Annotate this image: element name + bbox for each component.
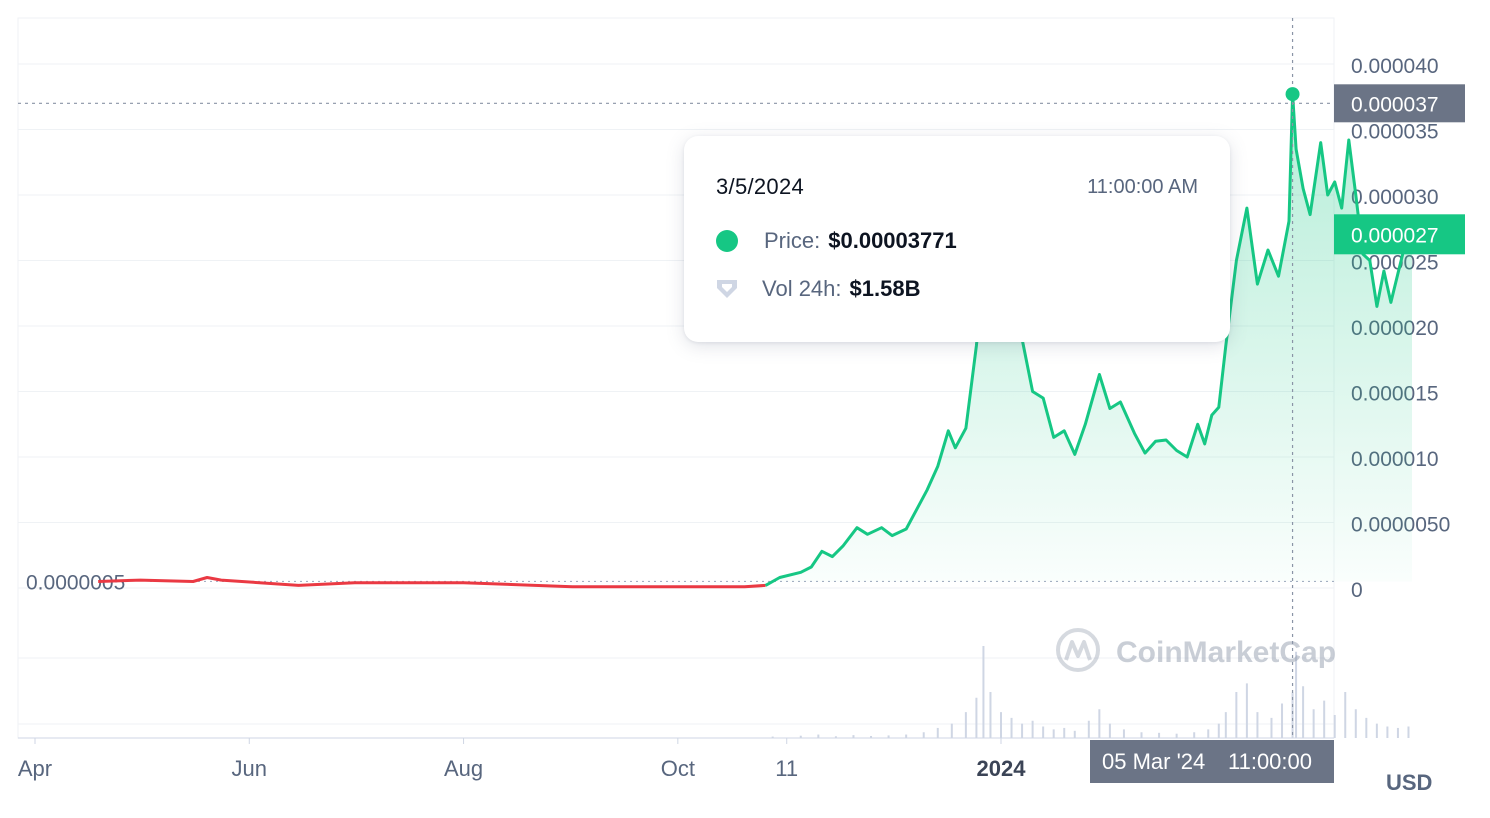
volume-bar — [1270, 717, 1273, 738]
x-tick-label: 11 — [775, 756, 798, 781]
y-tick-label: 0 — [1351, 579, 1363, 602]
volume-bar — [1323, 700, 1326, 738]
volume-bar — [1087, 720, 1090, 738]
volume-bar — [989, 692, 992, 738]
price-chart-svg[interactable]: 00.00000500.0000100.0000150.0000200.0000… — [0, 0, 1490, 813]
volume-bar — [870, 735, 873, 738]
volume-bar — [1193, 732, 1196, 738]
x-tick-label: Oct — [661, 756, 695, 781]
volume-bar — [1281, 703, 1284, 738]
y-tick-label: 0.000030 — [1351, 186, 1439, 209]
volume-bar — [1386, 726, 1389, 738]
volume-bar — [1302, 686, 1305, 738]
crosshair-price-tag-text: 0.000037 — [1351, 93, 1439, 116]
y-tick-label: 0.000040 — [1351, 55, 1439, 78]
volume-bar — [982, 646, 985, 738]
volume-bar — [1407, 726, 1410, 738]
volume-bar — [1375, 723, 1378, 738]
tooltip-volume-label: Vol 24h: — [762, 276, 842, 301]
volume-bar — [1344, 692, 1347, 738]
volume-bar — [1098, 709, 1101, 738]
x-tick-label: Apr — [18, 756, 52, 781]
crosshair-date-text: 05 Mar '24 — [1102, 749, 1205, 774]
volume-bar — [1333, 715, 1336, 738]
volume-bar — [1063, 727, 1066, 738]
volume-bar — [936, 727, 939, 738]
price-dot-icon — [716, 230, 738, 252]
tooltip-price-label: Price: — [764, 228, 821, 253]
volume-bar — [964, 712, 967, 738]
plot-frame — [17, 17, 1335, 739]
volume-shield-icon — [717, 280, 737, 298]
volume-bar — [1365, 717, 1368, 738]
volume-bar — [1175, 733, 1178, 738]
volume-bar — [834, 736, 837, 738]
price-chart[interactable]: 00.00000500.0000100.0000150.0000200.0000… — [0, 0, 1490, 813]
watermark-text: CoinMarketCap — [1116, 636, 1336, 669]
volume-bar — [1245, 683, 1248, 738]
volume-bar — [771, 736, 774, 738]
volume-bar — [817, 734, 820, 738]
volume-bar — [887, 735, 890, 738]
currency-label[interactable]: USD — [1386, 770, 1432, 796]
chart-tooltip: 3/5/2024 11:00:00 AM Price: $0.00003771 … — [684, 136, 1230, 342]
volume-bar — [950, 723, 953, 738]
volume-bar — [1021, 723, 1024, 738]
volume-bar — [1217, 723, 1220, 738]
y-tick-label: 0.000035 — [1351, 121, 1439, 144]
volume-bar — [1122, 729, 1125, 738]
volume-bar — [1312, 709, 1315, 738]
volume-bar — [1073, 730, 1076, 738]
tooltip-volume-row: Vol 24h: $1.58B — [716, 276, 920, 302]
volume-bar — [905, 734, 908, 738]
crosshair-point — [1285, 87, 1300, 102]
price-line-down — [98, 576, 766, 589]
volume-bar — [1010, 717, 1013, 738]
volume-bar — [1396, 727, 1399, 738]
volume-bar — [1207, 729, 1210, 738]
volume-bar — [1108, 723, 1111, 738]
volume-bar — [852, 735, 855, 738]
volume-bar — [799, 735, 802, 738]
x-tick-label: Aug — [444, 756, 483, 781]
volume-bar — [1158, 732, 1161, 738]
volume-bar — [1256, 712, 1259, 738]
coinmarketcap-watermark — [1056, 628, 1100, 672]
volume-bar — [1031, 720, 1034, 738]
volume-bar — [1000, 712, 1002, 738]
volume-bar — [1052, 729, 1055, 738]
volume-bar — [1235, 692, 1238, 738]
x-tick-label: Jun — [232, 756, 267, 781]
tooltip-date: 3/5/2024 — [716, 174, 805, 199]
tooltip-price-row: Price: $0.00003771 — [716, 228, 957, 254]
tooltip-time: 11:00:00 AM — [1087, 176, 1198, 198]
volume-bar — [1224, 712, 1227, 738]
tooltip-volume-value: $1.58B — [849, 276, 921, 301]
volume-bar — [975, 697, 978, 738]
volume-bar — [922, 732, 925, 738]
volume-bar — [1140, 732, 1143, 738]
baseline-label: 0.0000005 — [26, 571, 125, 594]
crosshair-time-text: 11:00:00 — [1228, 749, 1312, 774]
current-price-tag-text: 0.000027 — [1351, 224, 1439, 247]
volume-bar — [1042, 726, 1045, 738]
x-tick-label: 2024 — [977, 756, 1027, 781]
volume-bar — [1354, 709, 1357, 738]
tooltip-price-value: $0.00003771 — [828, 228, 957, 253]
